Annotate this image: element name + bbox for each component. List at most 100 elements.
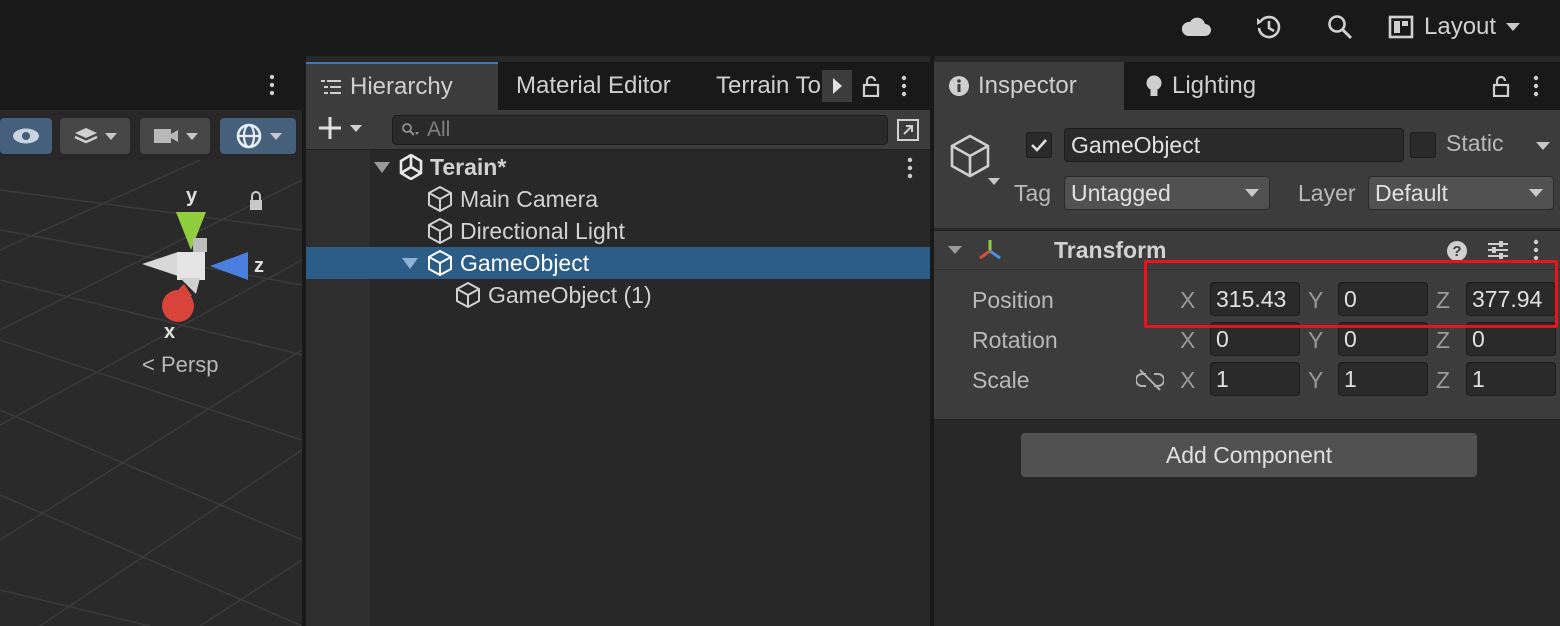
rotation-label: Rotation bbox=[972, 327, 1058, 353]
fold-arrow-icon[interactable] bbox=[948, 246, 962, 254]
position-row: Position X Y Z bbox=[934, 280, 1560, 320]
static-dropdown-chevron-icon[interactable] bbox=[1536, 142, 1550, 150]
chevron-right-icon bbox=[832, 78, 842, 94]
tree-item-gameobject-1[interactable]: GameObject (1) bbox=[306, 279, 930, 311]
presets-icon[interactable] bbox=[1486, 239, 1510, 261]
active-checkbox[interactable] bbox=[1026, 132, 1052, 158]
tree-item-scene[interactable]: Terain* bbox=[306, 151, 930, 183]
hierarchy-search-input[interactable] bbox=[427, 118, 867, 142]
search-icon[interactable] bbox=[1324, 10, 1356, 44]
chevron-down-icon bbox=[1506, 23, 1521, 31]
chevron-down-icon bbox=[105, 132, 117, 140]
list-icon bbox=[321, 80, 341, 94]
axis-y-label[interactable]: Y bbox=[1308, 287, 1323, 314]
tree-item-gameobject[interactable]: GameObject bbox=[306, 247, 930, 279]
svg-text:?: ? bbox=[1452, 243, 1461, 260]
tree-item-label: Main Camera bbox=[460, 185, 599, 212]
camera-icon bbox=[154, 129, 178, 143]
search-icon bbox=[402, 123, 419, 136]
gameobject-icon-selector[interactable] bbox=[946, 132, 1006, 196]
scale-x-field[interactable] bbox=[1210, 362, 1300, 396]
lock-icon[interactable] bbox=[1492, 75, 1510, 97]
static-checkbox[interactable] bbox=[1410, 132, 1436, 158]
kebab-menu-icon[interactable] bbox=[1532, 239, 1540, 261]
add-component-button[interactable]: Add Component bbox=[1020, 432, 1478, 478]
layout-dropdown[interactable]: Layout bbox=[1388, 8, 1548, 46]
axis-z-label[interactable]: Z bbox=[1436, 287, 1450, 314]
tab-label: Terrain To bbox=[716, 72, 821, 99]
rotation-z-field[interactable] bbox=[1466, 322, 1556, 356]
history-icon[interactable] bbox=[1252, 10, 1286, 44]
chevron-down-icon bbox=[186, 132, 198, 140]
gizmo-y-label: y bbox=[186, 185, 198, 207]
transform-component-body: Position X Y Z Rotation X Y Z Scale X Y … bbox=[934, 270, 1560, 420]
rotation-y-field[interactable] bbox=[1338, 322, 1428, 356]
axis-x-label[interactable]: X bbox=[1180, 367, 1195, 394]
scene-toolbar bbox=[0, 110, 302, 160]
projection-label[interactable]: < Persp bbox=[142, 352, 218, 378]
tab-inspector[interactable]: Inspector bbox=[934, 62, 1124, 110]
axis-y-label[interactable]: Y bbox=[1308, 367, 1323, 394]
tab-label: Lighting bbox=[1172, 72, 1257, 99]
position-z-field[interactable] bbox=[1466, 282, 1556, 316]
visibility-toggle-button[interactable] bbox=[0, 118, 52, 154]
layer-value: Default bbox=[1375, 179, 1448, 206]
scale-row: Scale X Y Z bbox=[934, 360, 1560, 400]
scene-viewport[interactable]: y z x bbox=[0, 160, 302, 626]
rotation-x-field[interactable] bbox=[1210, 322, 1300, 356]
create-button[interactable] bbox=[316, 114, 362, 142]
scale-z-field[interactable] bbox=[1466, 362, 1556, 396]
tag-dropdown[interactable]: Untagged bbox=[1064, 176, 1270, 210]
object-name-input[interactable] bbox=[1064, 128, 1404, 162]
fold-arrow-icon[interactable] bbox=[374, 161, 390, 173]
add-component-label: Add Component bbox=[1165, 441, 1333, 468]
kebab-menu-icon[interactable] bbox=[906, 157, 914, 179]
axis-z-label[interactable]: Z bbox=[1436, 367, 1450, 394]
axis-z-label[interactable]: Z bbox=[1436, 327, 1450, 354]
kebab-menu-icon[interactable] bbox=[1532, 75, 1540, 97]
layout-label: Layout bbox=[1424, 13, 1497, 40]
lock-icon[interactable] bbox=[862, 75, 880, 97]
axis-y-label[interactable]: Y bbox=[1308, 327, 1323, 354]
axis-x-label[interactable]: X bbox=[1180, 327, 1195, 354]
gameobject-cube-icon bbox=[428, 249, 452, 277]
position-x-field[interactable] bbox=[1210, 282, 1300, 316]
camera-dropdown-button[interactable] bbox=[140, 118, 210, 154]
checkmark-icon bbox=[1031, 139, 1047, 152]
help-icon[interactable]: ? bbox=[1446, 240, 1468, 262]
chevron-down-icon bbox=[270, 132, 282, 140]
transform-axes-icon bbox=[979, 240, 1001, 260]
hierarchy-search bbox=[392, 115, 888, 145]
gizmo-globe-icon bbox=[236, 123, 262, 149]
position-y-field[interactable] bbox=[1338, 282, 1428, 316]
hierarchy-panel: Hierarchy Material Editor Terrain To All… bbox=[306, 56, 930, 626]
popout-button[interactable] bbox=[894, 116, 922, 144]
hierarchy-tree: Terain* Main Camera Directional Light Ga… bbox=[306, 150, 930, 626]
cloud-icon[interactable] bbox=[1178, 10, 1214, 44]
hierarchy-toolbar bbox=[306, 110, 930, 150]
fold-arrow-icon[interactable] bbox=[402, 257, 418, 269]
inspector-tab-bar: Inspector Lighting bbox=[934, 62, 1560, 110]
plus-icon bbox=[319, 117, 341, 139]
eye-icon bbox=[13, 128, 39, 144]
tab-lighting[interactable]: Lighting bbox=[1130, 62, 1270, 110]
layers-dropdown-button[interactable] bbox=[60, 118, 130, 154]
scale-y-field[interactable] bbox=[1338, 362, 1428, 396]
tree-item-main-camera[interactable]: Main Camera bbox=[306, 183, 930, 215]
kebab-menu-icon[interactable] bbox=[900, 75, 908, 97]
tree-item-directional-light[interactable]: Directional Light bbox=[306, 215, 930, 247]
chevron-down-icon bbox=[350, 124, 362, 132]
transform-component-header[interactable]: Transform ? bbox=[934, 230, 1560, 270]
layer-dropdown[interactable]: Default bbox=[1368, 176, 1554, 210]
kebab-menu-icon[interactable] bbox=[268, 74, 276, 96]
tree-item-label: Directional Light bbox=[460, 217, 625, 244]
constrain-proportions-icon[interactable] bbox=[1136, 368, 1164, 392]
tab-hierarchy[interactable]: Hierarchy bbox=[306, 62, 498, 110]
tab-material-editor[interactable]: Material Editor bbox=[502, 62, 685, 110]
position-label: Position bbox=[972, 287, 1054, 313]
tab-terrain-tools[interactable]: Terrain To bbox=[702, 62, 822, 110]
axis-x-label[interactable]: X bbox=[1180, 287, 1195, 314]
gizmos-dropdown-button[interactable] bbox=[220, 118, 296, 154]
tab-overflow-button[interactable] bbox=[822, 70, 852, 102]
tree-item-label: Terain* bbox=[430, 153, 507, 180]
